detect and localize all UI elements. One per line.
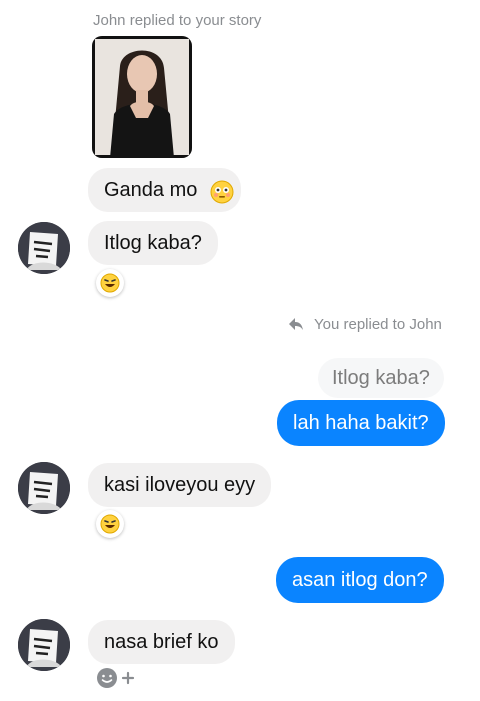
reply-arrow-icon	[288, 316, 304, 332]
avatar[interactable]	[18, 619, 70, 671]
story-reply-header: John replied to your story	[93, 12, 262, 29]
message-bubble-nasa-brief[interactable]: nasa brief ko	[88, 620, 235, 664]
message-text: Ganda mo	[104, 179, 198, 201]
message-bubble-itlog-kaba[interactable]: Itlog kaba?	[88, 221, 218, 265]
avatar[interactable]	[18, 462, 70, 514]
avatar-image	[18, 222, 70, 274]
smiley-icon	[97, 668, 117, 688]
message-text: kasi iloveyou eyy	[104, 474, 256, 496]
avatar-image	[18, 462, 70, 514]
laughing-face-reaction-icon[interactable]	[96, 510, 124, 538]
message-text: nasa brief ko	[104, 631, 219, 653]
plus-icon	[121, 671, 135, 685]
message-bubble-kasi-iloveyou[interactable]: kasi iloveyou eyy	[88, 463, 272, 507]
you-replied-header: You replied to John	[314, 316, 442, 333]
outgoing-message[interactable]: asan itlog don?	[276, 557, 444, 603]
story-photo-image	[92, 36, 192, 158]
quoted-message[interactable]: Itlog kaba?	[318, 358, 444, 398]
avatar-image	[18, 619, 70, 671]
message-text: lah haha bakit?	[293, 412, 429, 434]
laughing-face-reaction-icon[interactable]	[96, 269, 124, 297]
outgoing-message-reply[interactable]: lah haha bakit?	[277, 400, 445, 446]
message-text: asan itlog don?	[292, 569, 428, 591]
quoted-text: Itlog kaba?	[332, 367, 430, 389]
message-text: Itlog kaba?	[104, 232, 202, 254]
avatar[interactable]	[18, 222, 70, 274]
story-thumbnail[interactable]	[92, 36, 192, 158]
flushed-emoji-icon	[210, 180, 234, 204]
add-reaction-button[interactable]	[96, 667, 136, 689]
